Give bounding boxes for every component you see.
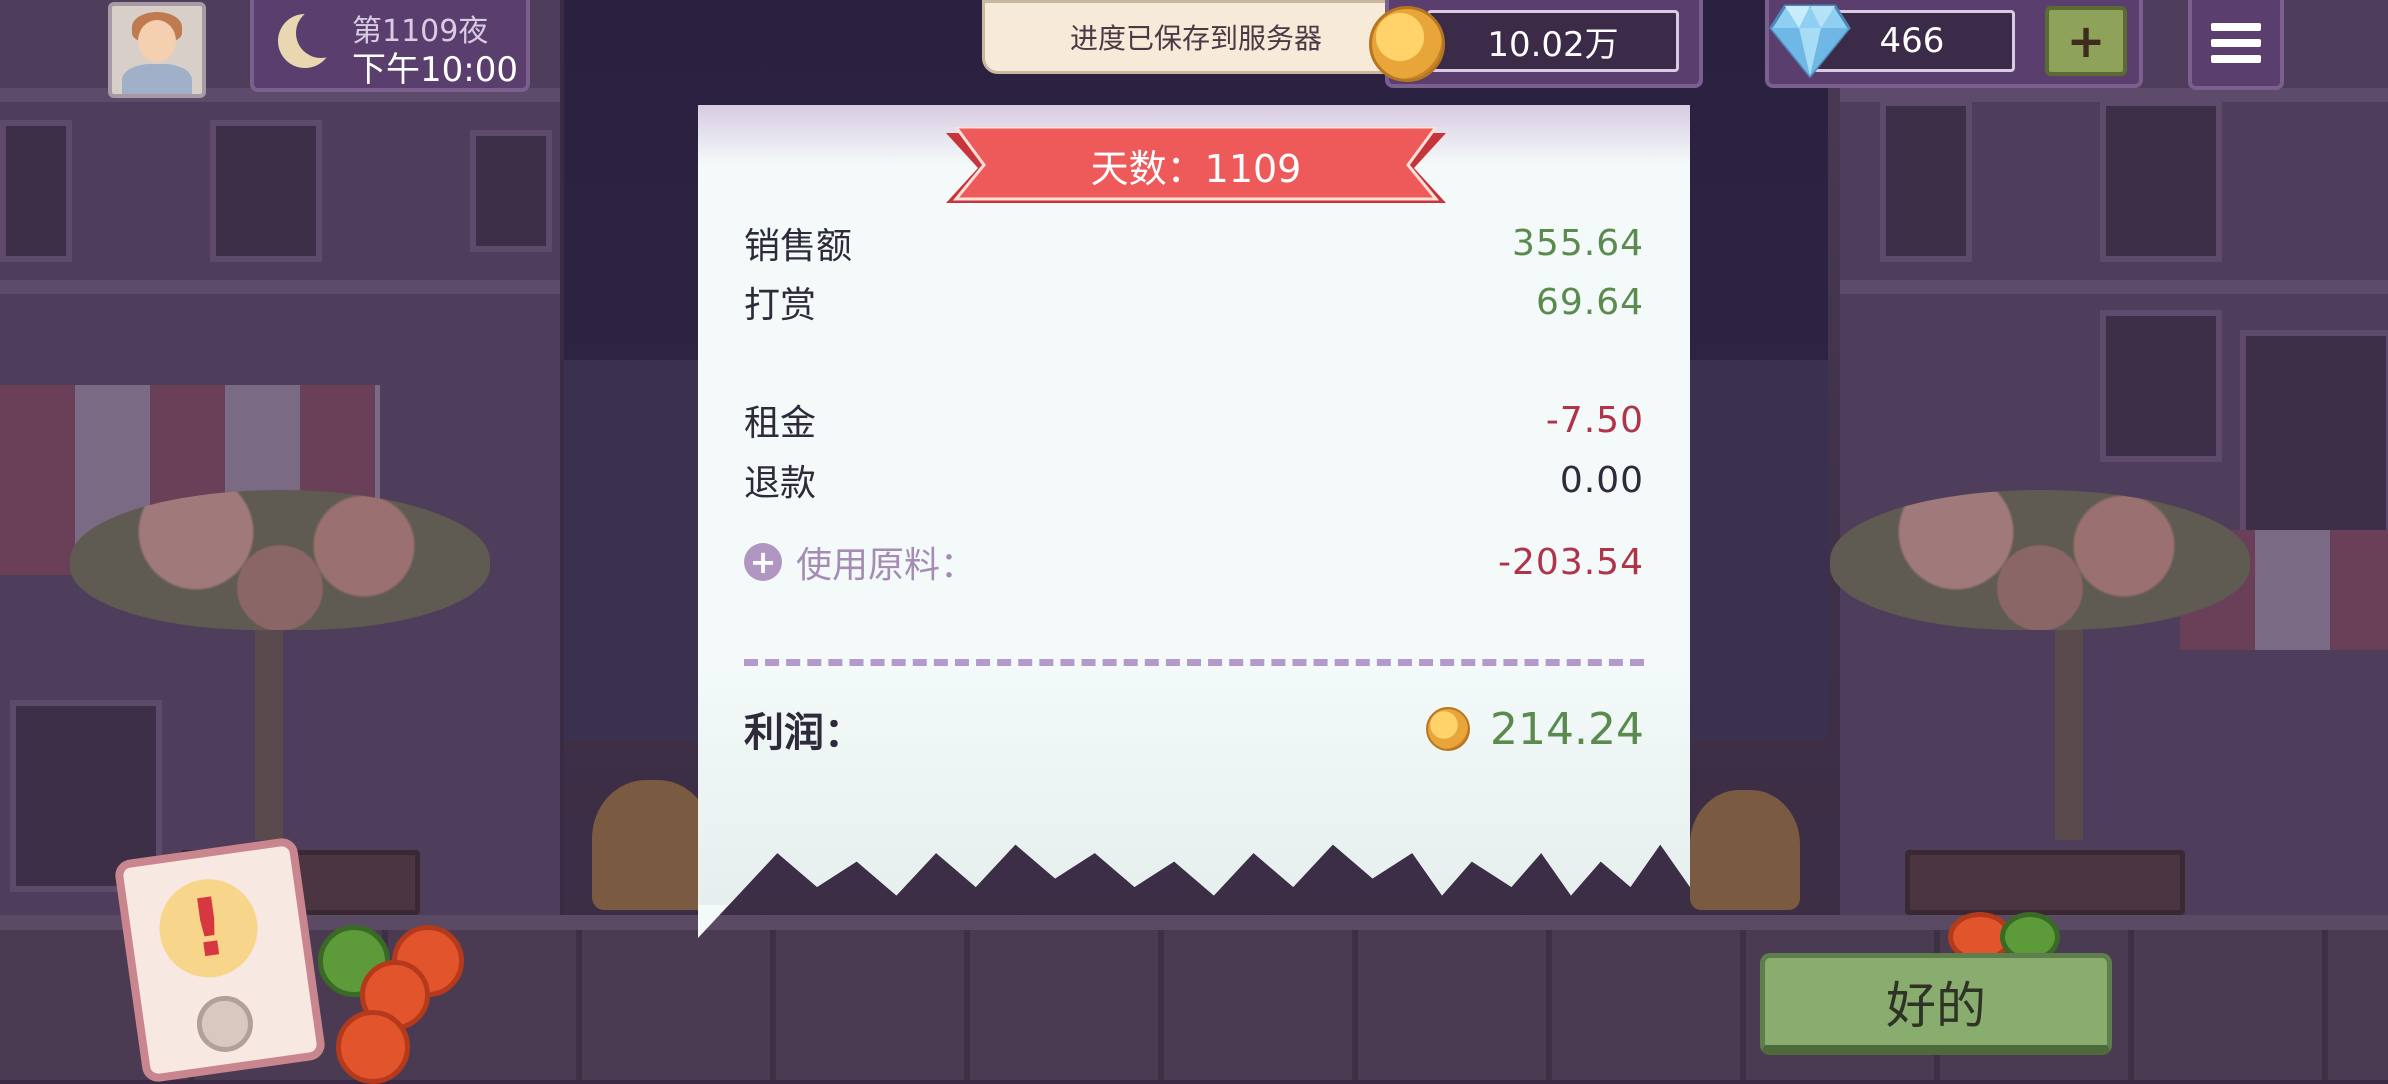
tomato-slice-icon: [336, 1010, 410, 1084]
profit-label: 利润：: [744, 710, 864, 756]
tips-row: 打赏 69.64: [744, 277, 1644, 327]
coin-value: 10.02万: [1427, 10, 1679, 72]
save-toast: 进度已保存到服务器: [982, 0, 1410, 74]
menu-button[interactable]: [2188, 0, 2284, 90]
player-avatar[interactable]: [108, 2, 206, 98]
right-building: [1840, 0, 2388, 930]
sales-row: 销售额 355.64: [744, 218, 1644, 268]
materials-label: 使用原料：: [796, 545, 977, 586]
gem-balance: 466 +: [1765, 0, 2143, 88]
right-tree-trunk: [2055, 600, 2083, 840]
moon-icon: [278, 8, 346, 68]
clock-time: 下午10:00: [352, 50, 518, 90]
tips-label: 打赏: [744, 285, 817, 326]
alert-dot: [193, 992, 257, 1056]
night-panel: 第1109夜 下午10:00: [250, 0, 530, 92]
profit-value: 214.24: [1490, 703, 1644, 755]
coin-icon: [1426, 707, 1471, 751]
coin-icon: [1369, 6, 1445, 82]
day-ribbon: 天数：1109: [946, 127, 1446, 209]
receipt-divider: [744, 659, 1644, 666]
buy-gems-button[interactable]: +: [2045, 6, 2127, 76]
profit-row: 利润： 214.24: [744, 699, 1644, 759]
sales-label: 销售额: [744, 226, 853, 267]
left-cafe-table: [592, 780, 712, 910]
right-tree: [1830, 490, 2250, 630]
diamond-icon: [1769, 4, 1851, 78]
refund-label: 退款: [744, 463, 817, 504]
refund-value: 0.00: [1559, 459, 1644, 501]
plus-circle-icon[interactable]: +: [744, 543, 782, 581]
materials-value: -203.54: [1498, 541, 1644, 583]
rent-value: -7.50: [1545, 399, 1644, 441]
coin-balance: 10.02万: [1369, 0, 1703, 88]
tips-value: 69.64: [1535, 281, 1644, 323]
refund-row: 退款 0.00: [744, 455, 1644, 505]
daily-receipt: 天数：1109 销售额 355.64 打赏 69.64 租金 -7.50 退款 …: [698, 105, 1690, 955]
alert-icon: !: [153, 872, 264, 984]
ok-button[interactable]: 好的: [1760, 953, 2112, 1055]
materials-row[interactable]: + 使用原料： -203.54: [744, 537, 1644, 587]
alert-card-button[interactable]: !: [113, 836, 327, 1084]
rent-label: 租金: [744, 403, 817, 444]
menu-icon: [2211, 23, 2261, 31]
sales-value: 355.64: [1512, 222, 1644, 264]
day-title: 天数：1109: [1090, 146, 1302, 191]
left-tree: [70, 490, 490, 630]
right-planter: [1905, 850, 2185, 915]
rent-row: 租金 -7.50: [744, 395, 1644, 445]
materials-label-group[interactable]: + 使用原料：: [744, 536, 976, 588]
left-tree-trunk: [255, 600, 283, 840]
right-cafe-table: [1690, 790, 1800, 910]
